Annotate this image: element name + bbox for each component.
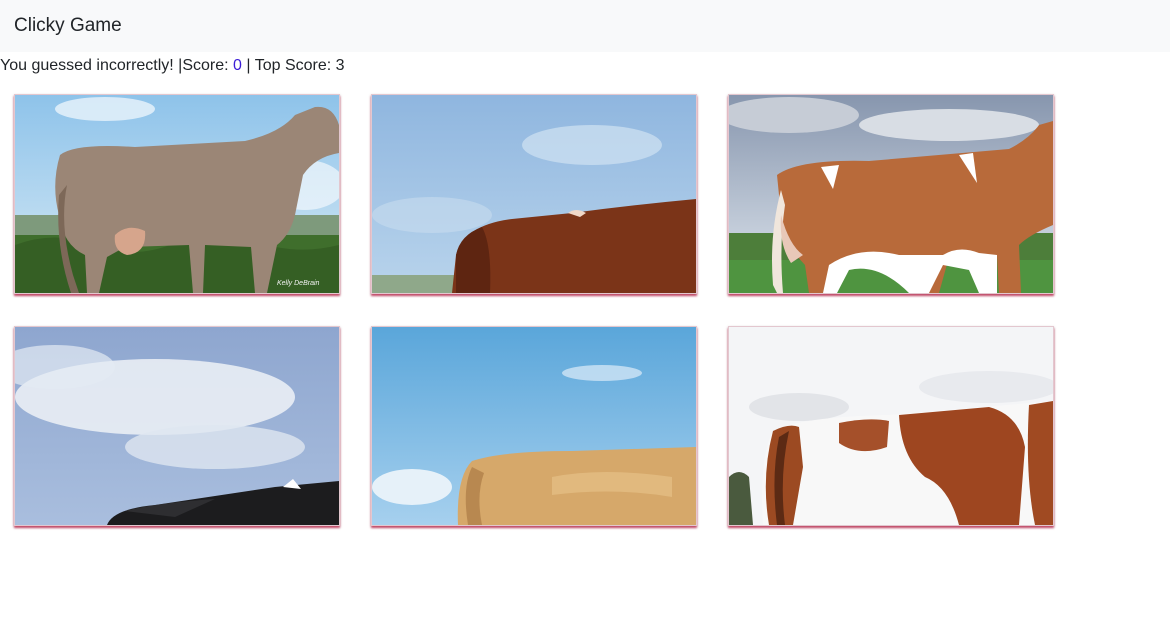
cow-card-3[interactable] <box>728 94 1054 294</box>
cow-image-5 <box>372 327 696 525</box>
brand-title[interactable]: Clicky Game <box>14 14 122 38</box>
cow-image-1: Kelly DeBrain <box>15 95 339 293</box>
score-value: 0 <box>233 57 242 74</box>
navbar: Clicky Game <box>0 0 1170 52</box>
top-score-value: 3 <box>335 57 345 74</box>
score-status: You guessed incorrectly! |Score: 0 | Top… <box>0 56 345 76</box>
cow-card-1[interactable]: Kelly DeBrain <box>14 94 340 294</box>
cow-image-2 <box>372 95 696 293</box>
cow-card-2[interactable] <box>371 94 697 294</box>
cow-image-6 <box>729 327 1053 525</box>
cow-image-3 <box>729 95 1053 293</box>
score-separator: | Top Score: <box>241 57 336 74</box>
cow-card-4[interactable] <box>14 326 340 526</box>
status-message: You guessed incorrectly! |Score: <box>0 57 234 74</box>
cow-card-6[interactable] <box>728 326 1054 526</box>
photo-watermark: Kelly DeBrain <box>277 280 320 287</box>
cow-card-5[interactable] <box>371 326 697 526</box>
cow-image-4 <box>15 327 339 525</box>
